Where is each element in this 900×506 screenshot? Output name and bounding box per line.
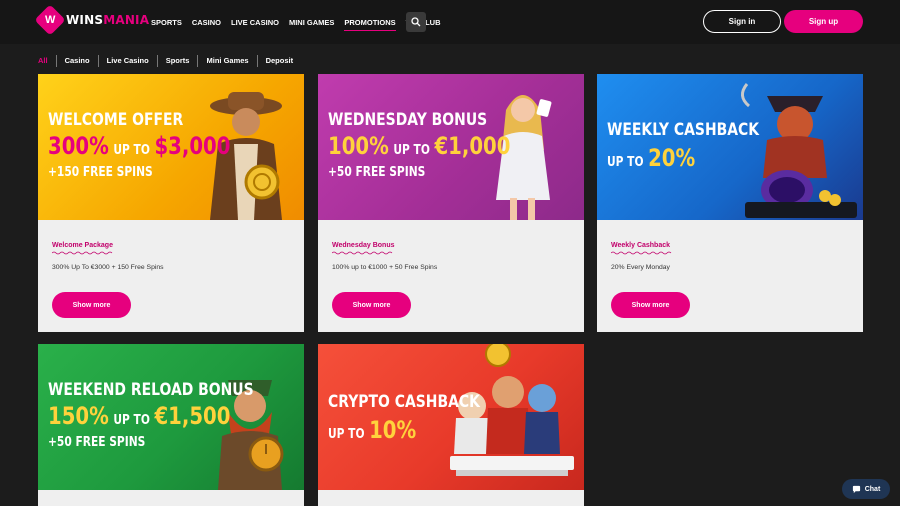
- banner-title: WELCOME OFFER: [48, 110, 184, 130]
- banner-upto: UP TO: [607, 155, 644, 170]
- show-more-button[interactable]: Show more: [611, 292, 690, 318]
- nav-sports[interactable]: SPORTS: [151, 0, 182, 44]
- banner-percent: 150%: [48, 402, 109, 430]
- show-more-button[interactable]: Show more: [332, 292, 411, 318]
- promo-tag: Wednesday Bonus: [332, 242, 395, 249]
- banner-upto: UP TO: [113, 413, 150, 428]
- banner-percent: 100%: [328, 132, 389, 160]
- search-button[interactable]: [406, 12, 426, 32]
- chat-bubble-icon: [852, 485, 860, 493]
- banner-upto: UP TO: [328, 427, 365, 442]
- promo-description: 100% up to €1000 + 50 Free Spins: [332, 264, 438, 271]
- logo-mark-icon: W: [34, 4, 66, 36]
- banner-percent: 10%: [369, 416, 417, 444]
- promo-card: WELCOME OFFER 300% UP TO $3,000 +150 FRE…: [38, 74, 304, 332]
- characters-illustration: [450, 344, 574, 476]
- logo-text: WINSMANIA: [66, 13, 150, 27]
- signin-button[interactable]: Sign in: [703, 10, 781, 33]
- banner-upto: UP TO: [113, 143, 150, 158]
- promo-card: WEEKEND RELOAD BONUS 150% UP TO €1,500 +…: [38, 344, 304, 506]
- nav-casino[interactable]: CASINO: [192, 0, 221, 44]
- promo-card: WEEKLY CASHBACK UP TO 20% Weekly Cashbac…: [597, 74, 863, 332]
- banner-percent: 20%: [648, 144, 696, 172]
- promo-banner[interactable]: WELCOME OFFER 300% UP TO $3,000 +150 FRE…: [38, 74, 304, 220]
- main-nav: SPORTS CASINO LIVE CASINO MINI GAMES PRO…: [151, 0, 441, 44]
- filter-sports[interactable]: Sports: [156, 55, 198, 67]
- banner-offer: UP TO 20%: [607, 146, 695, 170]
- wave-underline: [611, 251, 672, 255]
- chat-button[interactable]: Chat: [842, 479, 890, 499]
- filter-deposit[interactable]: Deposit: [256, 55, 302, 67]
- promo-banner[interactable]: WEEKEND RELOAD BONUS 150% UP TO €1,500 +…: [38, 344, 304, 490]
- filter-live-casino[interactable]: Live Casino: [97, 55, 157, 67]
- banner-extra: +50 FREE SPINS: [328, 165, 426, 180]
- wave-underline: [52, 251, 113, 255]
- promo-description: 20% Every Monday: [611, 264, 670, 271]
- nav-live-casino[interactable]: LIVE CASINO: [231, 0, 279, 44]
- chat-label: Chat: [864, 485, 881, 493]
- banner-offer: 100% UP TO €1,000: [328, 134, 510, 158]
- banner-amount: €1,000: [434, 132, 511, 160]
- nav-mini-games[interactable]: MINI GAMES: [289, 0, 334, 44]
- banner-amount: €1,500: [154, 402, 231, 430]
- banner-extra: +150 FREE SPINS: [48, 165, 153, 180]
- promo-card: WEDNESDAY BONUS 100% UP TO €1,000 +50 FR…: [318, 74, 584, 332]
- promo-banner[interactable]: WEEKLY CASHBACK UP TO 20%: [597, 74, 863, 220]
- banner-offer: 300% UP TO $3,000: [48, 134, 230, 158]
- banner-extra: +50 FREE SPINS: [48, 435, 146, 450]
- promo-banner[interactable]: WEDNESDAY BONUS 100% UP TO €1,000 +50 FR…: [318, 74, 584, 220]
- filter-casino[interactable]: Casino: [55, 55, 98, 67]
- promo-tag: Weekly Cashback: [611, 242, 671, 249]
- banner-offer: 150% UP TO €1,500: [48, 404, 230, 428]
- banner-percent: 300%: [48, 132, 109, 160]
- search-icon: [411, 17, 421, 27]
- promo-tag: Welcome Package: [52, 242, 113, 249]
- banner-title: WEEKLY CASHBACK: [607, 120, 760, 140]
- banner-title: WEDNESDAY BONUS: [328, 110, 488, 130]
- promo-banner[interactable]: CRYPTO CASHBACK UP TO 10%: [318, 344, 584, 490]
- promo-card: CRYPTO CASHBACK UP TO 10%: [318, 344, 584, 506]
- banner-amount: $3,000: [154, 132, 231, 160]
- banner-upto: UP TO: [393, 143, 430, 158]
- wave-underline: [332, 251, 393, 255]
- promo-filters: All Casino Live Casino Sports Mini Games…: [38, 55, 301, 67]
- signup-button[interactable]: Sign up: [784, 10, 863, 33]
- brand-logo[interactable]: W WINSMANIA: [34, 4, 150, 36]
- nav-promotions[interactable]: PROMOTIONS: [344, 0, 396, 44]
- pirate-illustration: [741, 83, 857, 218]
- banner-offer: UP TO 10%: [328, 418, 416, 442]
- banner-title: WEEKEND RELOAD BONUS: [48, 380, 254, 400]
- filter-all[interactable]: All: [38, 55, 56, 67]
- top-header: W WINSMANIA SPORTS CASINO LIVE CASINO MI…: [0, 0, 900, 44]
- banner-title: CRYPTO CASHBACK: [328, 392, 480, 412]
- filter-mini-games[interactable]: Mini Games: [197, 55, 256, 67]
- show-more-button[interactable]: Show more: [52, 292, 131, 318]
- promo-description: 300% Up To €3000 + 150 Free Spins: [52, 264, 164, 271]
